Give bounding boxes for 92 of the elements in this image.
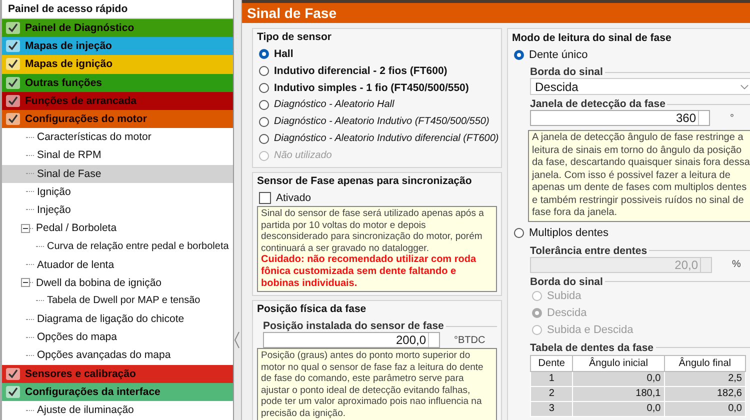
field-label: Borda do sinal [530, 66, 603, 78]
tile-icon [5, 366, 21, 382]
field-label: Posição instalada do sensor de fase [263, 320, 444, 332]
tree-item[interactable]: Ignição [2, 182, 233, 201]
tree-item[interactable]: Atuador de lenta [2, 255, 233, 274]
radio-button[interactable] [532, 325, 542, 335]
group-title: Posição física da fase [257, 303, 368, 317]
collapse-toggle[interactable] [21, 278, 30, 288]
tile-icon [5, 56, 21, 72]
radio-label: Diagnóstico - Aleatorio Indutivo (FT450/500/550) [274, 116, 490, 127]
column-header[interactable]: Ângulo inicial [572, 355, 664, 371]
chevron-down-icon [740, 84, 749, 90]
radio-button[interactable] [259, 134, 269, 144]
note-text: A janela de detecção ângulo de fase restringe a leitura de sinais em torno do ângulo da posição da fase, descartando quaisquer sinais fora dessa janela. Com isso é possivel fazer a leitura de apenas um dente de fases com multiplos dentes e também restringir possiveis ruídos no sinal de fase fora da janela. [528, 130, 750, 222]
caret-icon [234, 330, 240, 350]
radio-label: Dente único [529, 48, 588, 60]
tile-icon [5, 384, 21, 400]
radio-label: Subida e Descida [547, 324, 634, 336]
radio-label: Não utilizado [274, 150, 332, 161]
table-cell: 1 [530, 371, 573, 386]
table-cell: 3 [530, 401, 573, 416]
radio-button[interactable] [532, 291, 542, 301]
collapse-toggle[interactable] [21, 224, 30, 233]
splitter-handle[interactable] [234, 0, 242, 420]
note-text: Sinal do sensor de fase será utilizado apenas após a partida por 10 voltas do motor e depois desconsiderado para sincronização do motor, porém continuará a ser gravado no datalogger. [261, 208, 485, 254]
radio-label: Diagnóstico - Aleatorio Indutivo diferencial (FT600) [274, 133, 499, 144]
column-header[interactable]: Ângulo final [664, 355, 746, 371]
tree-item[interactable]: Pedal / Borboleta [2, 219, 233, 238]
category-header[interactable]: Mapas de ignição [2, 55, 233, 74]
table-cell: 182,6 [664, 386, 746, 401]
unit-label: ° [730, 112, 734, 124]
radio-button[interactable] [514, 228, 524, 238]
group-title: Sensor de Fase apenas para sincronização [257, 175, 473, 189]
category-header[interactable]: Configurações da interface [2, 382, 233, 401]
tile-icon [5, 74, 21, 91]
tile-icon [5, 92, 21, 109]
field-label: Tolerância entre dentes [530, 244, 648, 256]
radio-button[interactable] [259, 116, 269, 126]
radio-button[interactable] [514, 50, 524, 60]
table-cell: 2,5 [664, 371, 746, 386]
radio-button[interactable] [259, 66, 269, 76]
tree-item[interactable]: Opções do mapa [2, 328, 233, 346]
radio-button[interactable] [259, 48, 269, 58]
category-header[interactable]: Mapas de injeção [2, 37, 233, 56]
tile-icon [5, 111, 21, 128]
tile-icon [5, 20, 21, 36]
radio-label: Indutivo simples - 1 fio (FT450/500/550) [274, 82, 469, 94]
tree-item[interactable]: Sinal de Fase [2, 164, 233, 183]
table-cell: 0,0 [664, 401, 746, 416]
radio-button[interactable] [259, 82, 269, 92]
checkbox[interactable] [259, 192, 271, 204]
tree-item[interactable]: Ajuste de iluminação [2, 400, 233, 420]
field-label: Janela de detecção da fase [530, 98, 666, 110]
field-label: Tabela de dentes da fase [530, 342, 654, 354]
table-cell: 2 [530, 386, 573, 401]
table-cell: 180,1 [572, 386, 664, 401]
number-field[interactable]: 200,0 [263, 332, 440, 348]
category-header[interactable]: Outras funções [2, 74, 233, 92]
dropdown[interactable]: Descida [530, 78, 750, 95]
tree-item[interactable]: Dwell da bobina de ignição [2, 274, 233, 292]
tree-item[interactable]: Tabela de Dwell por MAP e tensão [2, 292, 233, 310]
category-header[interactable]: Sensores e calibração [2, 364, 233, 383]
page-title: Sinal de Fase [242, 0, 750, 23]
radio-label: Indutivo diferencial - 2 fios (FT600) [274, 64, 448, 76]
note-text: Posição (graus) antes do ponto morto superior do motor no qual o sensor de fase faz a leitura do dente de fase do comando, este parâmetro serve para ajustar o ponto ideal de detecção evitando falhas, pode ter um valor aproximado pois nao influencia na precisão da ignição. [257, 348, 497, 420]
radio-label: Descida [547, 307, 587, 319]
field-label: Borda do sinal [530, 276, 603, 288]
radio-label: Multiplos dentes [529, 227, 608, 239]
tree-item[interactable]: Diagrama de ligação do chicote [2, 310, 233, 328]
tree-item[interactable]: Curva de relação entre pedal e borboleta [2, 237, 233, 256]
tree-item[interactable]: Injeção [2, 200, 233, 220]
tree-item[interactable]: Opções avançadas do mapa [2, 346, 233, 365]
radio-button[interactable] [259, 100, 269, 110]
unit-label: °BTDC [454, 334, 486, 346]
radio-button[interactable] [532, 308, 542, 318]
group-title: Tipo de sensor [257, 31, 332, 45]
unit-label: % [732, 259, 741, 270]
tree-item[interactable]: Características do motor [2, 128, 233, 146]
column-header[interactable]: Dente [530, 355, 573, 371]
radio-label: Diagnóstico - Aleatorio Hall [274, 99, 394, 110]
checkbox-label: Ativado [276, 192, 312, 204]
warning-text: Cuidado: não recomendado utilizar com roda fônica customizada sem dente faltando e bobinas individuais. [261, 254, 478, 290]
radio-label: Hall [274, 48, 294, 60]
category-header[interactable]: Configurações do motor [2, 110, 233, 128]
number-field[interactable]: 360 [530, 110, 710, 126]
tile-icon [5, 38, 21, 54]
tree-item[interactable]: Sinal de RPM [2, 146, 233, 164]
radio-label: Subida [547, 290, 582, 302]
table-cell: 0,0 [572, 371, 664, 386]
category-header[interactable]: Painel de Diagnóstico [2, 19, 233, 38]
group-title: Modo de leitura do sinal de fase [512, 32, 672, 46]
table-cell: 0,0 [572, 401, 664, 416]
